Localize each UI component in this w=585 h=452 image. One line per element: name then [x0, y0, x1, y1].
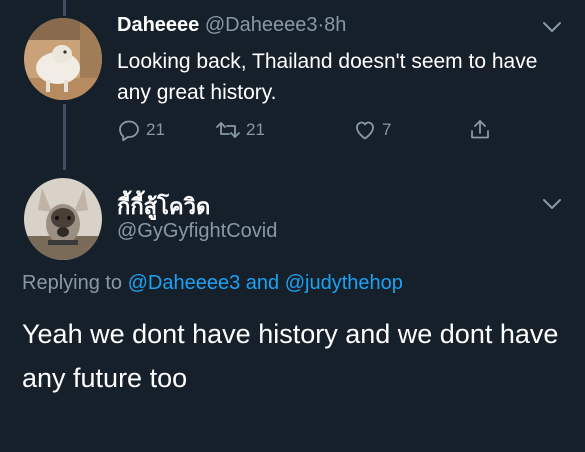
share-icon — [471, 120, 489, 139]
author-name[interactable]: กี้กี้สู้โควิด — [117, 189, 210, 224]
retweet-icon — [216, 122, 240, 138]
chevron-down-icon[interactable] — [541, 197, 563, 211]
like-count: 7 — [382, 120, 392, 139]
author-name[interactable]: Daheeee — [117, 14, 199, 36]
tweet-text: Yeah we dont have history and we dont ha… — [22, 319, 559, 393]
tweet-time[interactable]: 8h — [324, 14, 346, 36]
dog-avatar-icon — [24, 178, 102, 260]
replying-and[interactable]: and — [246, 272, 279, 294]
retweet-count: 21 — [246, 120, 265, 139]
heart-icon — [356, 121, 374, 140]
share-button[interactable] — [468, 118, 492, 142]
retweet-button[interactable]: 21 — [215, 118, 265, 142]
reply-button[interactable]: 21 — [117, 118, 165, 142]
like-button[interactable]: 7 — [353, 118, 391, 142]
reply-icon — [119, 120, 139, 142]
thread-line-connector — [63, 104, 66, 170]
replying-to: Replying to @Daheeee3 and @judythehop — [22, 272, 403, 295]
replying-prefix: Replying to — [22, 272, 123, 294]
author-handle[interactable]: @Daheeee3 — [205, 14, 318, 36]
avatar[interactable] — [24, 178, 102, 260]
reply-count: 21 — [146, 120, 165, 139]
tweet-header: Daheeee @Daheeee3·8h — [117, 14, 346, 37]
mention-link-2[interactable]: @judythehop — [285, 272, 403, 294]
chevron-down-icon[interactable] — [541, 20, 563, 34]
avatar[interactable] — [24, 18, 102, 100]
mention-link-1[interactable]: @Daheeee3 — [128, 272, 241, 294]
thread-line-top — [63, 0, 66, 16]
tweet-text: Looking back, Thailand doesn't seem to h… — [117, 50, 538, 104]
author-handle[interactable]: @GyGyfightCovid — [117, 220, 277, 243]
sheep-avatar-icon — [24, 18, 102, 100]
